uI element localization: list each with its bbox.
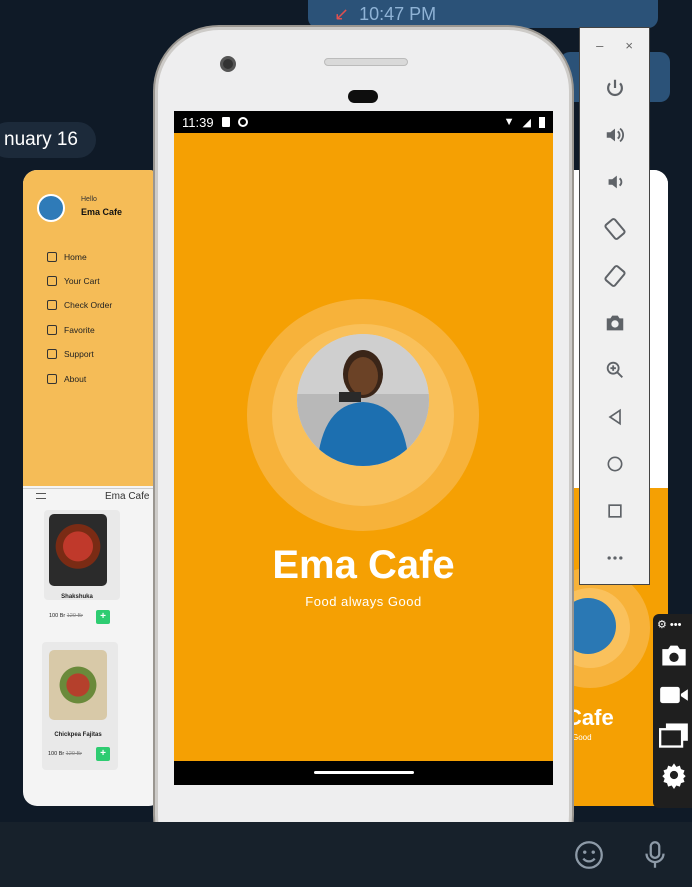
food-name: Chickpea Fajitas — [54, 732, 102, 738]
back-icon — [608, 408, 621, 426]
emulator-phone: 11:39 ▼ ◢ Ema Cafe Food always Good — [155, 27, 572, 879]
drawer-name: Ema Cafe — [81, 207, 123, 217]
settings-header-icon: ⚙ ••• — [657, 619, 682, 631]
screen-tools-panel: ⚙ ••• — [653, 614, 692, 808]
close-button[interactable]: × — [625, 38, 633, 53]
volume-up-icon — [606, 127, 624, 143]
recent-app-card-left[interactable]: Hello Ema Cafe Home Your Cart Check Orde… — [23, 170, 163, 806]
receipt-icon — [47, 300, 57, 310]
zoom-button[interactable] — [593, 348, 637, 392]
gear-icon — [662, 763, 686, 789]
signal-icon: ◢ — [522, 116, 531, 129]
drawer-item-about[interactable]: About — [47, 374, 86, 384]
overview-icon — [608, 504, 622, 518]
drawer-item-cart[interactable]: Your Cart — [47, 276, 100, 286]
screenshot-button[interactable] — [593, 301, 637, 345]
volume-down-button[interactable] — [593, 160, 637, 204]
info-icon — [47, 374, 57, 384]
splash-screen: Ema Cafe Food always Good — [174, 133, 553, 761]
emulator-toolbar: – × — [579, 27, 650, 585]
phone-icon — [47, 349, 57, 359]
app-subtitle: Food always Good — [305, 594, 422, 609]
list-title: Ema Cafe — [105, 491, 150, 502]
chat-message-bar: ↙ 10:47 PM — [308, 0, 658, 28]
drawer-item-home[interactable]: Home — [47, 252, 87, 262]
overview-button[interactable] — [593, 489, 637, 533]
speaker-grille — [324, 58, 408, 66]
home-circle-icon — [607, 456, 623, 472]
status-bar: 11:39 ▼ ◢ — [174, 111, 553, 133]
rotate-right-button[interactable] — [593, 254, 637, 298]
camera-icon — [662, 645, 686, 666]
drawer-item-check-order[interactable]: Check Order — [47, 300, 112, 310]
camera-icon — [606, 315, 624, 331]
app-title: Ema Cafe — [272, 543, 455, 587]
heart-icon — [47, 325, 57, 335]
rotate-left-button[interactable] — [593, 207, 637, 251]
home-icon — [47, 252, 57, 262]
power-button[interactable] — [593, 66, 637, 110]
sd-card-icon — [221, 117, 230, 127]
battery-icon — [539, 116, 545, 128]
volume-down-icon — [608, 175, 623, 189]
emoji-button[interactable] — [572, 838, 608, 874]
voice-message-button[interactable] — [638, 838, 674, 874]
back-button[interactable] — [593, 395, 637, 439]
microphone-icon — [645, 841, 665, 868]
food-name: Shakshuka — [61, 594, 93, 600]
power-icon — [607, 79, 623, 96]
chat-input-bar — [0, 822, 692, 887]
add-to-cart-button[interactable]: + — [96, 747, 110, 761]
add-to-cart-button[interactable]: + — [96, 610, 110, 624]
drawer-item-favorite[interactable]: Favorite — [47, 325, 95, 335]
settings-button[interactable] — [657, 758, 691, 792]
video-camera-icon — [660, 686, 688, 704]
drawer-avatar — [37, 194, 65, 222]
home-button[interactable] — [593, 442, 637, 486]
more-icon — [607, 556, 623, 560]
rotate-left-icon — [604, 218, 626, 240]
wifi-icon: ▼ — [503, 116, 515, 128]
food-image — [49, 650, 107, 720]
status-time: 11:39 — [182, 114, 214, 130]
window-controls: – × — [580, 28, 649, 62]
rotate-right-icon — [604, 265, 626, 287]
avatar — [297, 334, 429, 466]
food-price: 100 Br 120 Br — [48, 751, 82, 757]
capture-button[interactable] — [657, 638, 691, 672]
cart-icon — [47, 276, 57, 286]
navigation-bar — [174, 761, 553, 785]
chat-time: 10:47 PM — [359, 3, 437, 24]
smiley-icon — [575, 841, 603, 869]
home-gesture-pill[interactable] — [314, 771, 414, 774]
minimize-button[interactable]: – — [596, 38, 603, 53]
right-card-title: Cafe — [566, 705, 614, 730]
drawer-panel: Hello Ema Cafe Home Your Cart Check Orde… — [23, 170, 163, 486]
drawer-item-support[interactable]: Support — [47, 349, 94, 359]
windows-button[interactable] — [657, 718, 691, 752]
volume-up-button[interactable] — [593, 113, 637, 157]
phone-screen[interactable]: 11:39 ▼ ◢ Ema Cafe Food always Good — [174, 111, 553, 785]
right-card-subtitle: Good — [572, 733, 592, 742]
drawer-hello: Hello — [81, 196, 97, 203]
zoom-icon — [606, 361, 623, 378]
stacked-windows-icon — [659, 723, 688, 748]
food-image — [49, 514, 107, 586]
hamburger-icon — [36, 493, 46, 499]
food-price: 100 Br 120 Br — [49, 613, 83, 619]
more-button[interactable] — [593, 536, 637, 580]
record-button[interactable] — [657, 678, 691, 712]
food-card[interactable]: Shakshuka — [44, 510, 120, 600]
missed-call-icon: ↙ — [334, 3, 350, 24]
date-pill: nuary 16 — [0, 122, 96, 158]
earpiece — [348, 90, 378, 103]
front-camera — [220, 56, 236, 72]
app-icon — [237, 117, 248, 127]
divider — [23, 488, 163, 489]
